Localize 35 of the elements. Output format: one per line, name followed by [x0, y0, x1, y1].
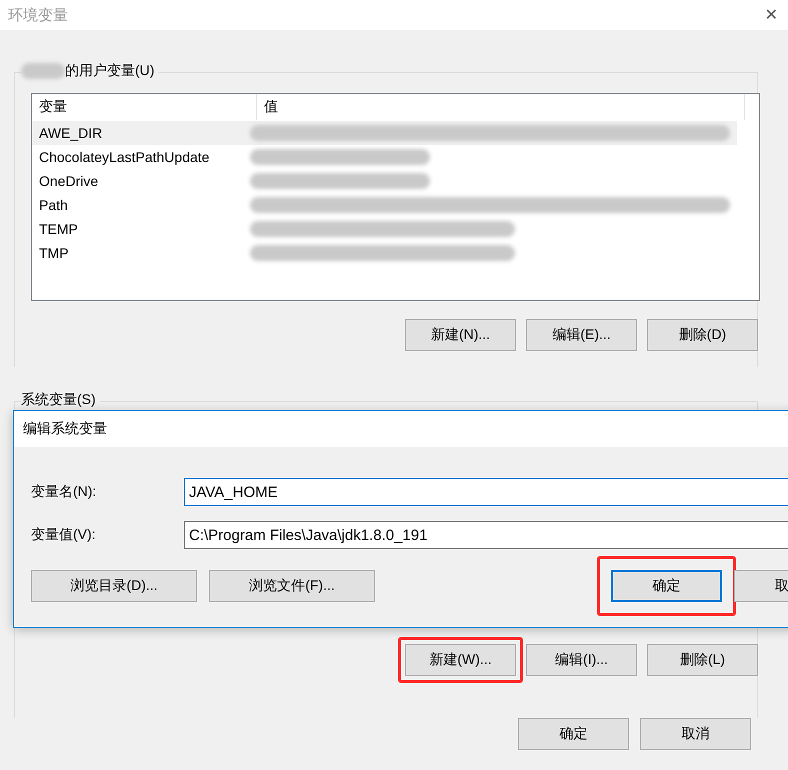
variable-name: ChocolateyLastPathUpdate: [38, 149, 210, 165]
variable-name: Path: [38, 197, 69, 213]
list-button[interactable]: 编辑(I)...: [526, 644, 637, 676]
list-button[interactable]: 删除(D): [647, 319, 758, 351]
group-label: 系统变量(S): [21, 391, 96, 409]
field-label: 变量名(N):: [31, 483, 98, 501]
dialog-button[interactable]: 确定: [518, 718, 629, 750]
window-title: 环境变量: [8, 6, 68, 24]
field-label: 变量值(V):: [31, 526, 97, 544]
column-header[interactable]: 变量: [32, 94, 257, 120]
column-header[interactable]: 值: [257, 94, 745, 120]
list-row[interactable]: ChocolateyLastPathUpdate: [32, 145, 737, 169]
list-button[interactable]: 新建(N)...: [405, 319, 516, 351]
variable-name: TEMP: [38, 221, 79, 237]
list-row[interactable]: TMP: [32, 241, 737, 265]
variable-name: AWE_DIR: [38, 125, 104, 141]
list-row[interactable]: AWE_DIR: [32, 121, 737, 145]
list-row[interactable]: OneDrive: [32, 169, 737, 193]
close-icon[interactable]: ✕: [764, 5, 778, 25]
variable-name: OneDrive: [38, 173, 100, 189]
list-button[interactable]: 编辑(E)...: [526, 319, 637, 351]
list-row[interactable]: Path: [32, 193, 737, 217]
input-field[interactable]: JAVA_HOME: [184, 478, 788, 506]
list-button[interactable]: 删除(L): [647, 644, 758, 676]
dialog-title: 编辑系统变量: [23, 420, 107, 438]
group-label: 的用户变量(U): [65, 62, 154, 80]
dialog-button[interactable]: 确定: [611, 570, 722, 602]
variable-name: TMP: [38, 245, 70, 261]
browse-button[interactable]: 浏览目录(D)...: [31, 570, 197, 602]
input-field[interactable]: C:\Program Files\Java\jdk1.8.0_191: [184, 521, 788, 549]
list-row[interactable]: TEMP: [32, 217, 737, 241]
browse-button[interactable]: 浏览文件(F)...: [209, 570, 375, 602]
dialog-button[interactable]: 取消: [640, 718, 751, 750]
variable-list[interactable]: 变量 值 AWE_DIR ChocolateyLastPathUpdate OneDrive Path TEMP TMP: [31, 93, 760, 301]
list-button[interactable]: 新建(W)...: [405, 644, 516, 676]
